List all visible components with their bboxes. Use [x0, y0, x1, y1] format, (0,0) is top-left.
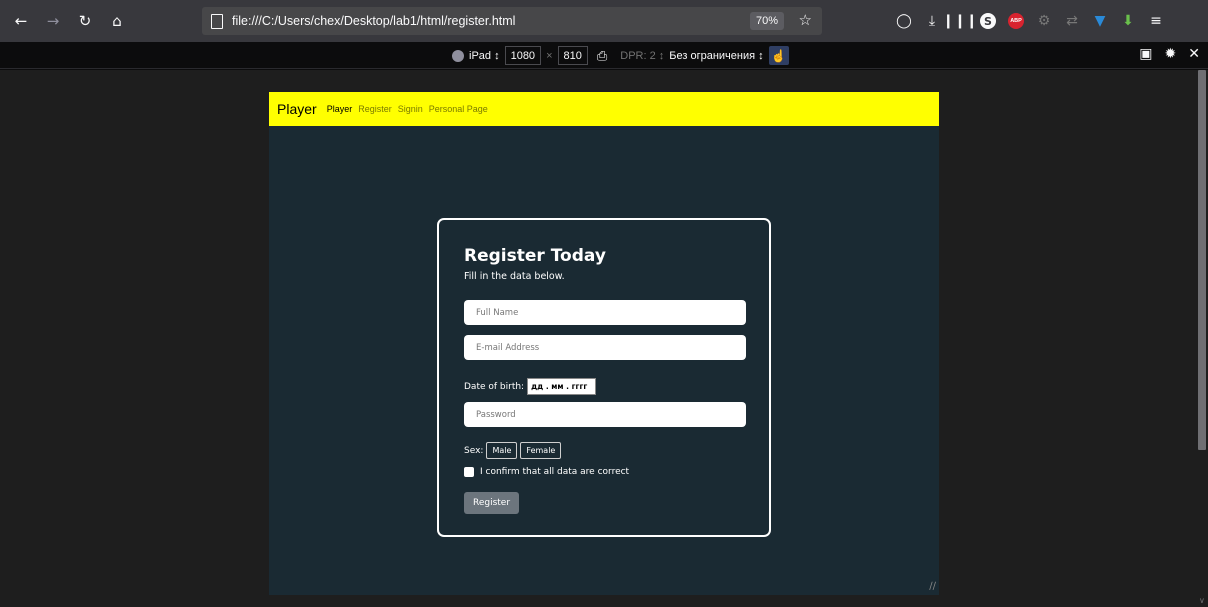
- dpr-selector[interactable]: DPR: 2 ↕: [620, 50, 664, 62]
- device-selector[interactable]: iPad ↕: [469, 50, 500, 62]
- extension-arrows-icon[interactable]: ⇄: [1058, 10, 1086, 32]
- form-title: Register Today: [464, 246, 606, 266]
- settings-gear-icon[interactable]: ✹: [1165, 45, 1177, 62]
- date-of-birth-row: Date of birth: дд . мм . гггг: [464, 378, 597, 395]
- reload-icon[interactable]: ↻: [74, 10, 96, 32]
- full-name-input[interactable]: Full Name: [464, 300, 746, 325]
- nav-link-personal-page[interactable]: Personal Page: [429, 104, 488, 114]
- dob-date-input[interactable]: дд . мм . гггг: [527, 378, 597, 395]
- menu-hamburger-icon[interactable]: ≡: [1142, 10, 1170, 32]
- password-input[interactable]: Password: [464, 402, 746, 427]
- address-bar[interactable]: file:///C:/Users/chex/Desktop/lab1/html/…: [202, 7, 822, 35]
- nav-link-register[interactable]: Register: [358, 104, 392, 114]
- sex-row: Sex: Male Female: [464, 442, 562, 459]
- sex-male-button[interactable]: Male: [486, 442, 518, 459]
- scroll-down-arrow-icon[interactable]: ∨: [1199, 596, 1205, 605]
- navbar-brand[interactable]: Player: [277, 101, 317, 117]
- sync-account-icon[interactable]: S: [974, 10, 1002, 32]
- device-viewport: Player Player Register Signin Personal P…: [269, 92, 939, 595]
- sex-female-button[interactable]: Female: [520, 442, 562, 459]
- rotate-icon[interactable]: ⎙: [597, 48, 607, 64]
- zoom-level-badge[interactable]: 70%: [749, 12, 784, 30]
- responsive-design-toolbar: iPad ↕ 1080 × 810 ⎙ DPR: 2 ↕ Без огранич…: [0, 42, 1208, 69]
- resize-grip-icon[interactable]: ∕∕: [929, 581, 936, 592]
- nav-link-signin[interactable]: Signin: [398, 104, 423, 114]
- form-subtitle: Fill in the data below.: [464, 271, 565, 282]
- adblock-icon[interactable]: ABP: [1002, 10, 1030, 32]
- page-icon: [211, 13, 223, 29]
- back-arrow-icon[interactable]: ←: [10, 10, 32, 32]
- download-extension-icon[interactable]: ⬇: [1114, 10, 1142, 32]
- toolbar-icons: ◯ ⤓ ❙❙❙ S ABP ⚙ ⇄ ▼ ⬇ ≡: [890, 0, 1170, 42]
- throttle-selector[interactable]: Без ограничения ↕: [669, 50, 763, 62]
- library-icon[interactable]: ❙❙❙: [942, 10, 977, 32]
- confirm-row: I confirm that all data are correct: [464, 467, 629, 477]
- bookmark-star-icon[interactable]: ☆: [799, 11, 812, 29]
- forward-arrow-icon[interactable]: →: [42, 10, 64, 32]
- close-icon[interactable]: ✕: [1188, 45, 1200, 62]
- screenshot-icon[interactable]: ▣: [1139, 45, 1152, 62]
- confirm-checkbox[interactable]: [464, 467, 474, 477]
- viewport-height-input[interactable]: 810: [557, 46, 588, 65]
- browser-toolbar: ← → ↻ ⌂ file:///C:/Users/chex/Desktop/la…: [0, 0, 1208, 42]
- page-scrollbar[interactable]: ∨: [1196, 70, 1208, 607]
- viewport-width-input[interactable]: 1080: [504, 46, 542, 65]
- register-form-card: Register Today Fill in the data below. F…: [437, 218, 771, 537]
- confirm-label[interactable]: I confirm that all data are correct: [480, 467, 629, 477]
- sex-label: Sex:: [464, 445, 484, 456]
- site-navbar: Player Player Register Signin Personal P…: [269, 92, 939, 126]
- register-button[interactable]: Register: [464, 492, 519, 514]
- pocket-icon[interactable]: ◯: [890, 10, 918, 32]
- dimension-separator: ×: [546, 49, 553, 62]
- shield-extension-icon[interactable]: ▼: [1086, 10, 1114, 32]
- touch-simulation-icon[interactable]: ☝: [768, 46, 789, 65]
- extension-icon[interactable]: ⚙: [1030, 10, 1058, 32]
- scrollbar-thumb[interactable]: [1198, 70, 1206, 450]
- dob-label: Date of birth:: [464, 381, 525, 392]
- home-icon[interactable]: ⌂: [106, 10, 128, 32]
- email-input[interactable]: E-mail Address: [464, 335, 746, 360]
- device-disabled-icon: [452, 49, 464, 62]
- nav-link-player[interactable]: Player: [327, 104, 353, 114]
- url-text[interactable]: file:///C:/Users/chex/Desktop/lab1/html/…: [232, 14, 515, 28]
